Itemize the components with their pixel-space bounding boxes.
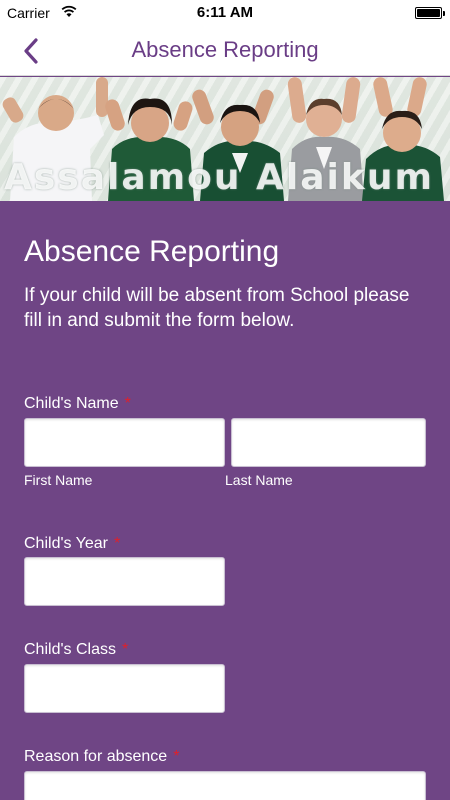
required-marker: *: [121, 641, 129, 658]
banner-caption: Assalamou Alaikum: [4, 157, 434, 198]
childs-class-label: Child's Class *: [24, 641, 129, 658]
battery-icon: [415, 7, 445, 19]
required-marker: *: [114, 535, 121, 552]
clock: 6:11 AM: [196, 4, 254, 21]
reason-input[interactable]: [24, 771, 426, 800]
reason-label: Reason for absence *: [24, 748, 180, 765]
form-intro: If your child will be absent from School…: [24, 285, 410, 331]
first-name-input[interactable]: [24, 418, 225, 467]
required-marker: *: [173, 748, 180, 765]
childs-name-label: Child's Name *: [24, 395, 131, 412]
childs-year-label: Child's Year *: [24, 535, 121, 552]
required-marker: *: [124, 395, 131, 412]
banner-image: Assalamou Alaikum: [0, 77, 450, 201]
first-name-sublabel: First Name: [24, 472, 93, 488]
nav-bar: Absence Reporting: [0, 26, 450, 76]
childs-year-input[interactable]: [24, 557, 225, 606]
form-heading: Absence Reporting: [24, 235, 280, 268]
nav-title: Absence Reporting: [131, 37, 319, 62]
status-bar: Carrier 6:11 AM: [0, 0, 450, 26]
last-name-input[interactable]: [231, 418, 426, 467]
last-name-sublabel: Last Name: [225, 472, 293, 488]
form-container: Absence Reporting If your child will be …: [0, 201, 450, 800]
childs-class-input[interactable]: [24, 664, 225, 713]
